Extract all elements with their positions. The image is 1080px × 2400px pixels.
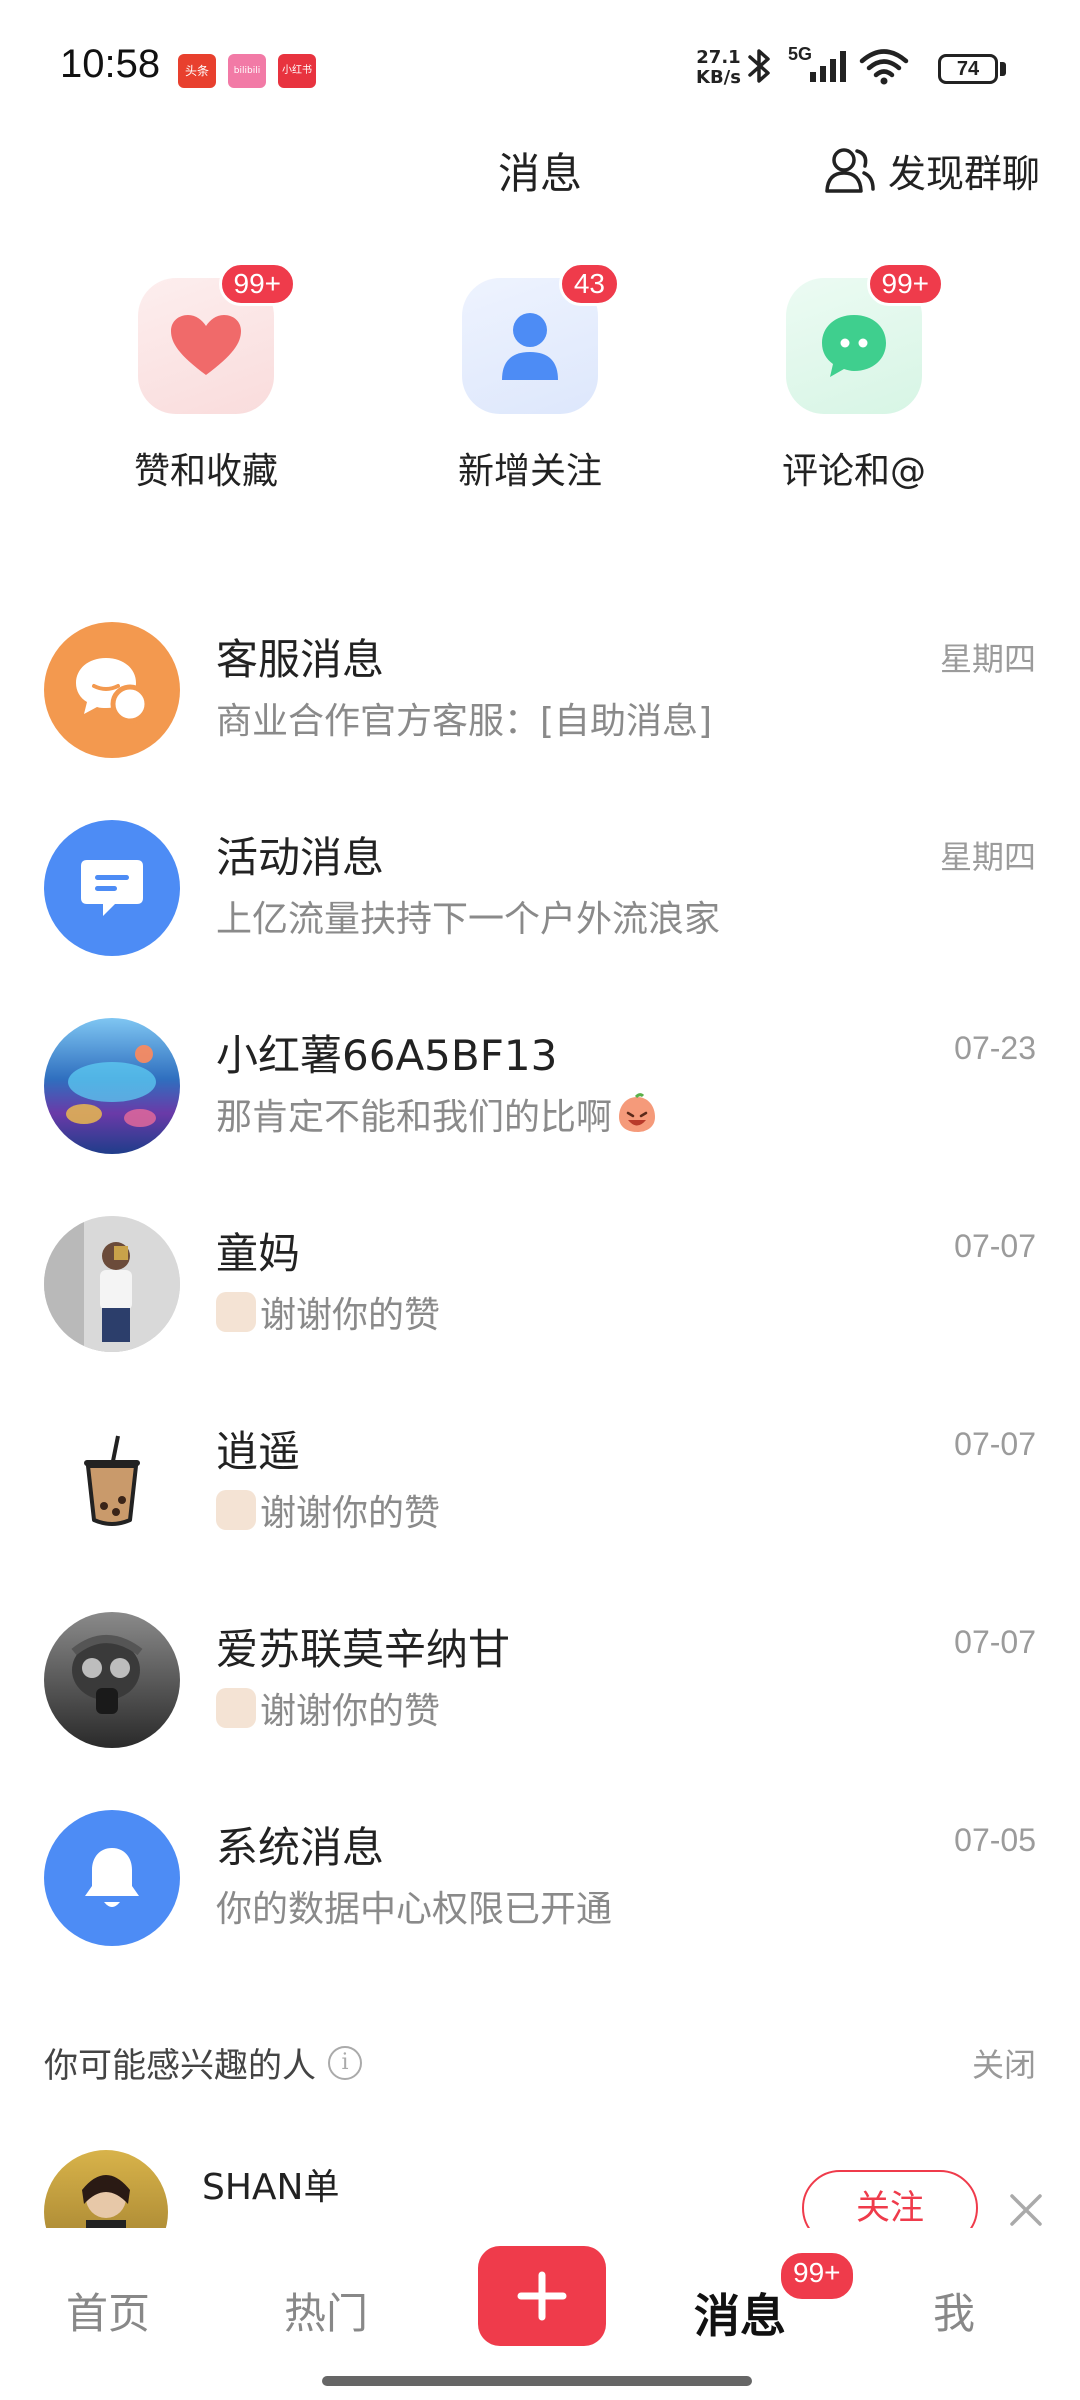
message-name: 爱苏联莫辛纳甘 — [216, 1625, 511, 1674]
bilibili-notification-icon: bilibili — [228, 54, 266, 88]
followers-tile: 43 — [462, 262, 620, 414]
message-row-activity[interactable]: 活动消息 上亿流量扶持下一个户外流浪家 星期四 — [0, 808, 1080, 1008]
message-time: 07-05 — [954, 1822, 1036, 1858]
bluetooth-icon — [748, 49, 770, 83]
likes-label: 赞和收藏 — [133, 451, 278, 492]
message-name: 逍遥 — [216, 1427, 301, 1476]
status-time: 10:58 — [60, 42, 161, 86]
nav-hot[interactable]: 热门 — [236, 2280, 416, 2341]
activity-icon — [44, 820, 180, 956]
message-preview: 那肯定不能和我们的比啊 — [216, 1088, 658, 1140]
message-time: 07-07 — [954, 1624, 1036, 1660]
chat-bubble-icon — [822, 315, 886, 377]
followers-badge: 43 — [558, 262, 620, 306]
battery-level: 74 — [956, 58, 980, 80]
xiaohongshu-notification-icon: 小红书 — [278, 54, 316, 88]
message-row-user-1[interactable]: 小红薯66A5BF13 那肯定不能和我们的比啊 07-23 — [0, 1006, 1080, 1206]
bottom-nav: 首页 热门 消息 99+ 我 — [0, 2228, 1080, 2400]
bubble-tea-avatar — [44, 1414, 180, 1550]
bell-icon — [44, 1810, 180, 1946]
message-time: 星期四 — [939, 839, 1036, 875]
laughing-emoji-icon — [619, 1093, 656, 1132]
customer-service-icon — [44, 622, 180, 758]
message-preview: 谢谢你的赞 — [216, 1682, 440, 1734]
comments-tile: 99+ — [786, 262, 944, 414]
followers-label: 新增关注 — [457, 451, 602, 492]
category-new-followers[interactable]: 43 新增关注 — [410, 262, 650, 494]
nav-messages-badge: 99+ — [778, 2250, 856, 2302]
close-interested-button[interactable]: 关闭 — [972, 2040, 1036, 2086]
message-preview: 谢谢你的赞 — [216, 1484, 440, 1536]
suggested-user-name: SHAN单 — [202, 2167, 340, 2208]
cute-sticker-icon — [216, 1292, 256, 1332]
message-row-user-4[interactable]: 爱苏联莫辛纳甘 谢谢你的赞 07-07 — [0, 1600, 1080, 1800]
message-row-user-2[interactable]: 童妈 谢谢你的赞 07-07 — [0, 1204, 1080, 1404]
message-name: 童妈 — [216, 1229, 301, 1278]
message-time: 07-23 — [954, 1030, 1036, 1066]
network-speed: 27.1 KB/s — [696, 47, 741, 88]
user-avatar-photo — [44, 1216, 180, 1352]
message-name: 系统消息 — [216, 1823, 385, 1872]
message-name: 客服消息 — [216, 635, 385, 684]
home-indicator[interactable] — [322, 2376, 752, 2386]
message-row-system[interactable]: 系统消息 你的数据中心权限已开通 07-05 — [0, 1798, 1080, 1998]
category-comments-mentions[interactable]: 99+ 评论和@ — [734, 262, 974, 494]
person-icon — [502, 313, 558, 380]
status-bar: 10:58 头条 bilibili 小红书 27.1 KB/s 5G 74 — [0, 0, 1080, 130]
group-people-icon — [825, 148, 875, 193]
battery-tip — [1000, 62, 1006, 76]
nav-me[interactable]: 我 — [864, 2280, 1044, 2341]
likes-badge: 99+ — [218, 262, 296, 306]
gas-mask-avatar — [44, 1612, 180, 1748]
message-time: 07-07 — [954, 1228, 1036, 1264]
discover-group-label: 发现群聊 — [887, 151, 1040, 196]
comments-badge: 99+ — [866, 262, 944, 306]
toutiao-notification-icon: 头条 — [178, 54, 216, 88]
signal-icon — [810, 51, 846, 82]
interested-people-title: 你可能感兴趣的人 i — [44, 2038, 362, 2087]
user-avatar-aquarium — [44, 1018, 180, 1154]
message-name: 小红薯66A5BF13 — [216, 1031, 558, 1080]
message-preview: 上亿流量扶持下一个户外流浪家 — [216, 899, 721, 940]
cute-sticker-icon — [216, 1490, 256, 1530]
wifi-icon — [859, 49, 909, 85]
cute-sticker-icon — [216, 1688, 256, 1728]
category-likes-favorites[interactable]: 99+ 赞和收藏 — [86, 262, 326, 494]
message-preview: 谢谢你的赞 — [216, 1286, 440, 1338]
create-post-button[interactable] — [478, 2246, 606, 2346]
likes-tile: 99+ — [138, 262, 296, 414]
message-time: 07-07 — [954, 1426, 1036, 1462]
dismiss-suggestion-icon[interactable] — [1006, 2190, 1046, 2230]
message-row-user-3[interactable]: 逍遥 谢谢你的赞 07-07 — [0, 1402, 1080, 1602]
heart-icon — [171, 315, 241, 375]
plus-icon — [517, 2271, 567, 2321]
nav-home[interactable]: 首页 — [18, 2280, 198, 2341]
message-preview: 商业合作官方客服：[自助消息] — [216, 701, 713, 742]
discover-group-button[interactable]: 发现群聊 — [824, 140, 1040, 200]
message-time: 星期四 — [939, 641, 1036, 677]
message-row-customer-service[interactable]: 客服消息 商业合作官方客服：[自助消息] 星期四 — [0, 610, 1080, 810]
message-name: 活动消息 — [216, 833, 385, 882]
info-icon[interactable]: i — [328, 2045, 362, 2080]
message-preview: 你的数据中心权限已开通 — [216, 1889, 613, 1930]
comments-label: 评论和@ — [781, 451, 926, 492]
